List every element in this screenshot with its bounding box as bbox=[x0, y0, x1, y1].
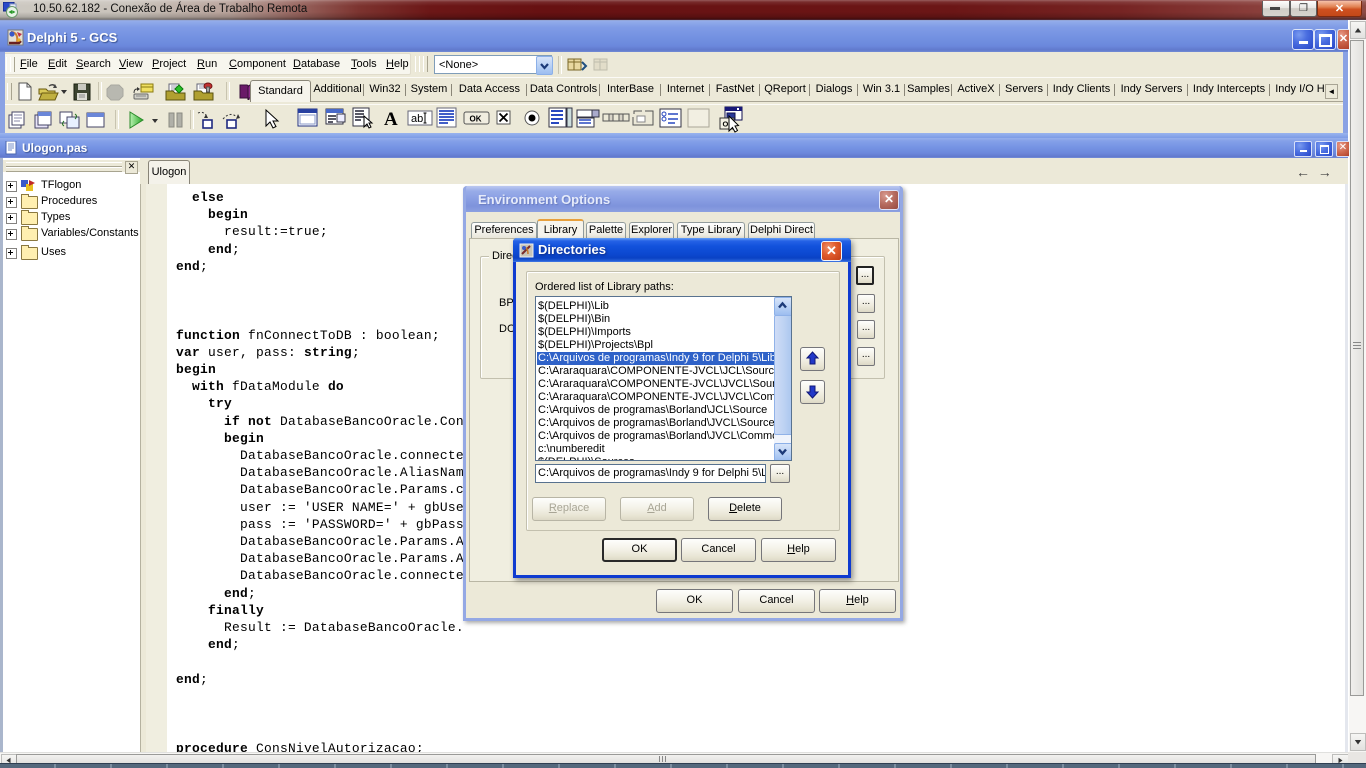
svg-text:ab: ab bbox=[411, 113, 423, 125]
svg-text:OK: OK bbox=[470, 115, 482, 124]
svg-text:A: A bbox=[384, 109, 398, 130]
